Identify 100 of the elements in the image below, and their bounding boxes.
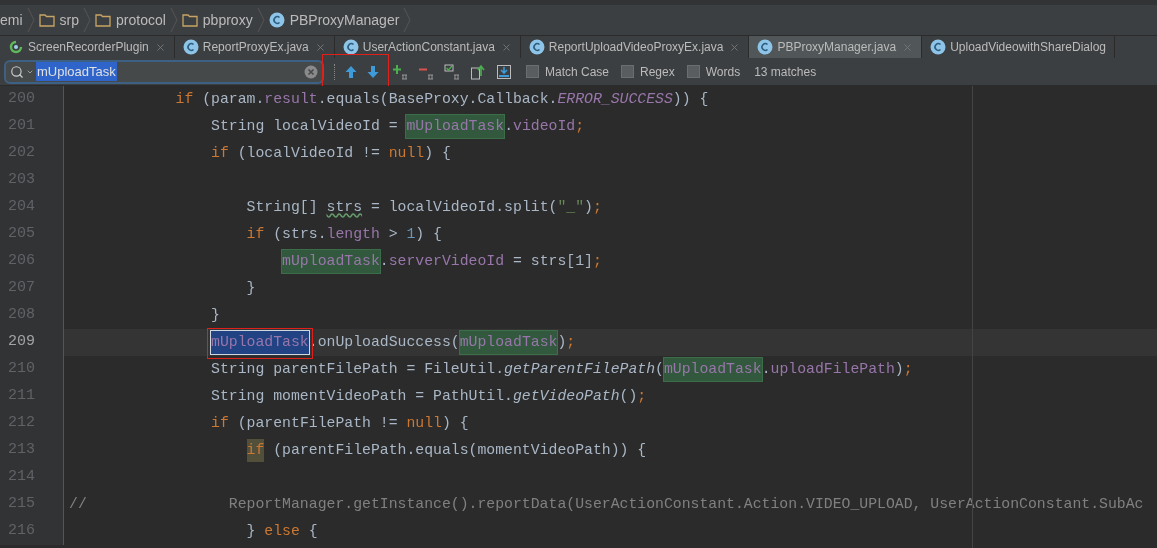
code-text: (: [655, 360, 664, 380]
code-text: ) {: [415, 225, 442, 245]
class-icon: [182, 39, 199, 55]
clear-icon[interactable]: [304, 64, 318, 79]
close-icon[interactable]: [314, 41, 326, 53]
code-text: .equals(BaseProxy.Callback.: [317, 90, 558, 110]
checkbox[interactable]: [526, 65, 539, 78]
checkbox-label: Regex: [640, 63, 675, 81]
code-text: length: [326, 225, 380, 245]
search-icon: [10, 64, 24, 79]
checkbox-label: Match Case: [545, 63, 610, 81]
code-text: (strs.: [272, 225, 327, 245]
code-text: {: [307, 522, 318, 542]
close-icon[interactable]: [500, 41, 512, 53]
code-text: String[]: [246, 198, 319, 218]
class-icon: [528, 39, 545, 55]
line-number: 209: [8, 332, 35, 353]
code-text: >: [387, 225, 399, 245]
tab-title: PBProxyManager.java: [777, 39, 897, 56]
code-text: (): [619, 387, 638, 407]
code-text: }: [211, 306, 220, 326]
arrow-up-icon[interactable]: [344, 64, 358, 79]
search-match: mUploadTask: [663, 358, 762, 381]
code-text: (parentFilePath.equals(momentVideoPath)) {: [272, 441, 647, 461]
code-text: ): [557, 333, 567, 353]
code-text: uploadFilePath: [770, 360, 895, 380]
checkbox-label: Words: [705, 63, 741, 81]
checkbox[interactable]: [686, 65, 700, 78]
code-text: if: [211, 144, 229, 164]
code-text: if: [175, 90, 194, 110]
code-text: getParentFilePath: [504, 360, 656, 380]
code-text: = strs[1]: [512, 252, 593, 272]
breadcrumb-item[interactable]: pbproxy: [177, 9, 257, 31]
export-icon[interactable]: [470, 63, 486, 80]
breadcrumb-item[interactable]: srp: [34, 9, 83, 31]
code-text: null: [388, 144, 425, 164]
code-text: else: [264, 522, 300, 542]
code-text: null: [406, 414, 442, 434]
tab-title: ReportProxyEx.java: [202, 39, 309, 56]
search-match: mUploadTask: [459, 331, 558, 354]
code-text: ERROR_SUCCESS: [557, 90, 673, 110]
breadcrumb-item[interactable]: emi: [0, 9, 27, 31]
class-icon: [268, 12, 285, 28]
editor-tab[interactable]: PBProxyManager.java: [749, 36, 923, 58]
code-text: "_": [557, 198, 585, 218]
code-text: String parentFilePath = FileUtil.: [211, 360, 505, 380]
code-text: result: [264, 90, 318, 110]
search-match: mUploadTask: [406, 115, 505, 138]
tab-title: UserActionConstant.java: [362, 39, 495, 56]
code-text: getVideoPath: [513, 387, 620, 407]
checkbox[interactable]: [621, 65, 635, 78]
folder-icon: [38, 13, 55, 27]
breadcrumb-item[interactable]: PBProxyManager: [264, 9, 404, 31]
code-text: // ReportManager.getInstance().reportData(UserActionConstant.Action.VIDEO_UPLOAD, UserActionConstant.SubAc: [69, 495, 1144, 515]
breadcrumb-item[interactable]: protocol: [91, 9, 170, 31]
match-count: 13 matches: [754, 63, 817, 81]
code-text: String localVideoId =: [211, 117, 399, 137]
code-text: .: [379, 252, 389, 272]
code-text: if: [246, 225, 265, 245]
close-icon[interactable]: [729, 41, 741, 53]
code-text: ): [584, 198, 593, 218]
code-text: (localVideoId !=: [236, 144, 381, 164]
code-text: )) {: [672, 90, 709, 110]
code-text: ;: [575, 117, 585, 137]
code-text: serverVideoId: [388, 252, 505, 272]
folder-icon: [95, 13, 111, 27]
code-text: .: [761, 360, 771, 380]
folder-icon: [181, 13, 198, 27]
class-icon: [342, 39, 359, 55]
code-text: String momentVideoPath = PathUtil.: [211, 387, 513, 407]
code-text: (param.: [201, 90, 265, 110]
tab-title: ReportUploadVideoProxyEx.java: [548, 39, 724, 56]
code-text: if: [246, 439, 265, 462]
code-text: ;: [903, 360, 913, 380]
code-text: ;: [592, 198, 602, 218]
tab-title: ScreenRecorderPlugin: [28, 39, 149, 56]
select-all-icon[interactable]: [444, 63, 460, 80]
code-text: ) {: [441, 414, 469, 434]
close-icon[interactable]: [902, 41, 914, 53]
class-icon: [930, 39, 947, 55]
code-text: .: [504, 117, 513, 137]
close-icon[interactable]: [154, 41, 166, 53]
code-text: ;: [592, 252, 602, 272]
code-text: = localVideoId.split(: [369, 198, 558, 218]
add-occurrence-icon[interactable]: [392, 63, 408, 80]
refresh-icon: [8, 39, 24, 55]
code-text: videoId: [513, 117, 576, 137]
class-icon: [757, 39, 774, 55]
filter-icon[interactable]: [496, 63, 512, 80]
code-text: }: [246, 279, 256, 299]
code-text: strs: [326, 198, 363, 218]
code-text: 1: [406, 225, 416, 245]
code-text: ): [894, 360, 904, 380]
arrow-down-icon[interactable]: [366, 64, 380, 79]
code-text: ;: [637, 387, 647, 407]
code-text: ) {: [424, 144, 451, 164]
code-text: .onUploadSuccess(: [308, 333, 460, 353]
search-field[interactable]: mUploadTask: [4, 59, 324, 84]
code-text: }: [246, 522, 257, 542]
code-text: ;: [566, 333, 576, 353]
